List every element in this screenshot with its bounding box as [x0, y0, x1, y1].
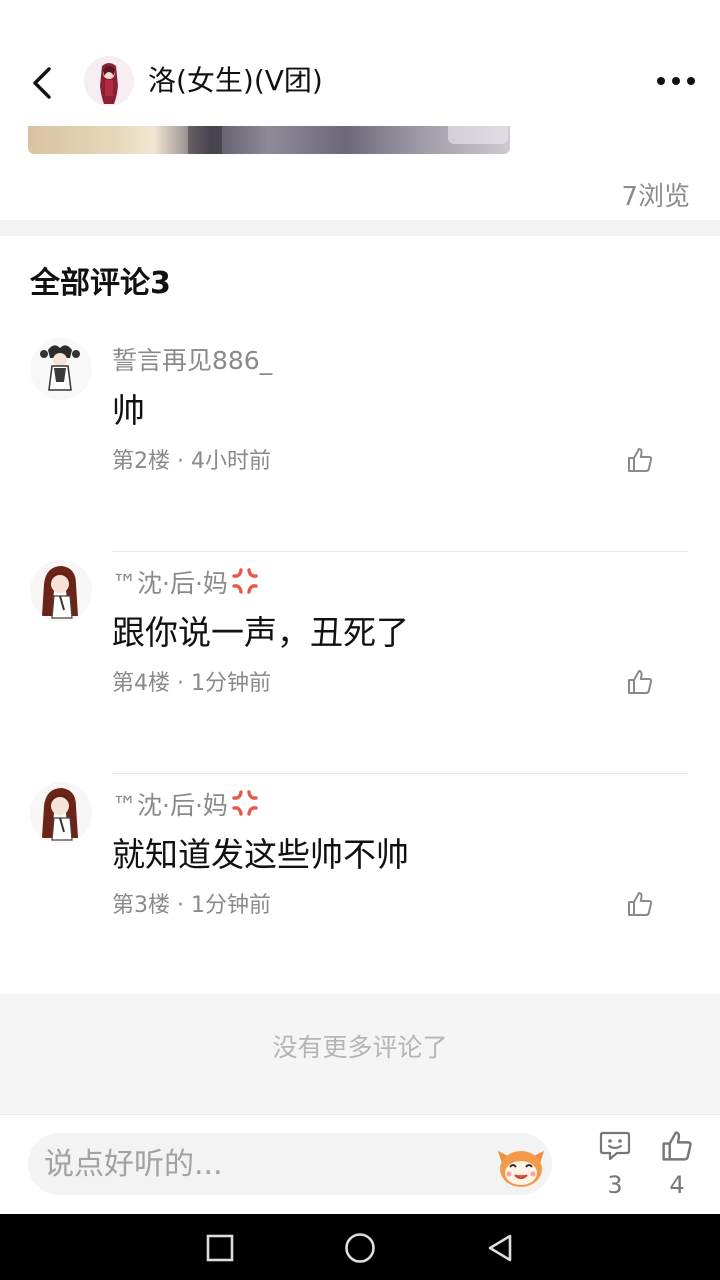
author-name[interactable]: 洛(女生)(V团) [148, 62, 323, 100]
commenter-name[interactable]: ™沈·后·妈 [112, 566, 260, 601]
comment-text: 跟你说一声，丑死了 [112, 613, 409, 652]
back-button[interactable] [22, 60, 62, 106]
comments-title: 全部评论3 [30, 266, 171, 301]
thumbs-up-icon [628, 670, 653, 694]
back-nav-button[interactable] [480, 1228, 520, 1268]
chibi-avatar-icon [30, 338, 92, 400]
anger-icon [232, 568, 258, 594]
comment-text: 帅 [112, 391, 145, 430]
comment-meta: 第3楼 · 1分钟前 [112, 893, 271, 918]
home-button[interactable] [340, 1228, 380, 1268]
more-dots-icon [657, 77, 695, 85]
comment-item: 誓言再见886_ 帅 第2楼 · 4小时前 [0, 330, 720, 552]
anime-girl-avatar-icon [84, 56, 134, 106]
thumbs-up-icon [628, 448, 653, 472]
top-header: 洛(女生)(V团) [0, 0, 720, 120]
like-button[interactable] [620, 440, 660, 480]
thumbs-up-icon [662, 1131, 692, 1161]
post-image[interactable] [28, 126, 510, 154]
comment-count: 3 [607, 1171, 623, 1199]
like-button[interactable] [620, 884, 660, 924]
author-avatar[interactable] [84, 56, 134, 106]
comment-count-button[interactable]: 3 [590, 1129, 640, 1201]
no-more-comments-text: 没有更多评论了 [272, 1033, 448, 1062]
like-count: 4 [669, 1171, 685, 1199]
comment-meta: 第2楼 · 4小时前 [112, 449, 271, 474]
comment-meta: 第4楼 · 1分钟前 [112, 671, 271, 696]
square-icon [206, 1234, 234, 1262]
triangle-back-icon [488, 1234, 512, 1262]
recent-apps-button[interactable] [200, 1228, 240, 1268]
commenter-avatar[interactable] [30, 782, 92, 844]
circle-icon [345, 1233, 375, 1263]
girl-avatar-icon [30, 560, 92, 622]
comment-item: ™沈·后·妈 跟你说一声，丑死了 第4楼 · 1分钟前 [0, 552, 720, 774]
more-options-button[interactable] [652, 62, 700, 100]
comment-bubble-icon [599, 1131, 631, 1161]
comment-input[interactable] [28, 1133, 552, 1195]
bottom-action-bar: 3 4 [0, 1114, 720, 1214]
commenter-name[interactable]: ™沈·后·妈 [112, 788, 260, 823]
commenter-name[interactable]: 誓言再见886_ [112, 344, 272, 378]
system-nav-bar [0, 1214, 720, 1280]
like-count-button[interactable]: 4 [652, 1129, 702, 1201]
commenter-avatar[interactable] [30, 338, 92, 400]
anger-icon [232, 790, 258, 816]
view-count: 7浏览 [621, 182, 690, 212]
comment-text: 就知道发这些帅不帅 [112, 835, 409, 874]
emoji-button[interactable] [496, 1141, 546, 1189]
commenter-avatar[interactable] [30, 560, 92, 622]
comment-item: ™沈·后·妈 就知道发这些帅不帅 第3楼 · 1分钟前 [0, 774, 720, 996]
thumbs-up-icon [628, 892, 653, 916]
like-button[interactable] [620, 662, 660, 702]
section-divider [0, 220, 720, 236]
mascot-emoji-icon [498, 1151, 544, 1187]
girl-avatar-icon [30, 782, 92, 844]
chevron-left-icon [33, 67, 51, 99]
